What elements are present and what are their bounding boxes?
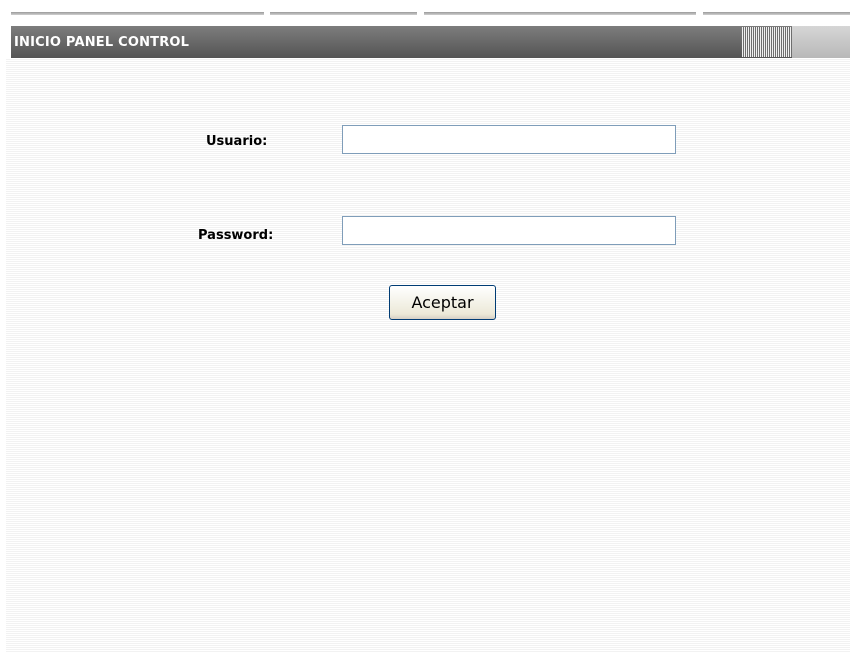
top-divider [424, 12, 696, 15]
top-divider [11, 12, 264, 15]
username-field[interactable] [342, 125, 676, 154]
top-divider [270, 12, 417, 15]
panel-header: INICIO PANEL CONTROL [11, 26, 850, 58]
password-field[interactable] [342, 216, 676, 245]
accept-button[interactable]: Aceptar [389, 285, 496, 320]
login-panel: Usuario: Password: [6, 58, 850, 653]
page-title: INICIO PANEL CONTROL [14, 35, 190, 50]
password-label: Password: [198, 228, 274, 243]
header-decoration [742, 27, 792, 57]
login-page: INICIO PANEL CONTROL Usuario: Password: … [0, 0, 850, 653]
top-divider [703, 12, 850, 15]
header-decoration-end [792, 26, 850, 58]
username-label: Usuario: [206, 134, 268, 149]
